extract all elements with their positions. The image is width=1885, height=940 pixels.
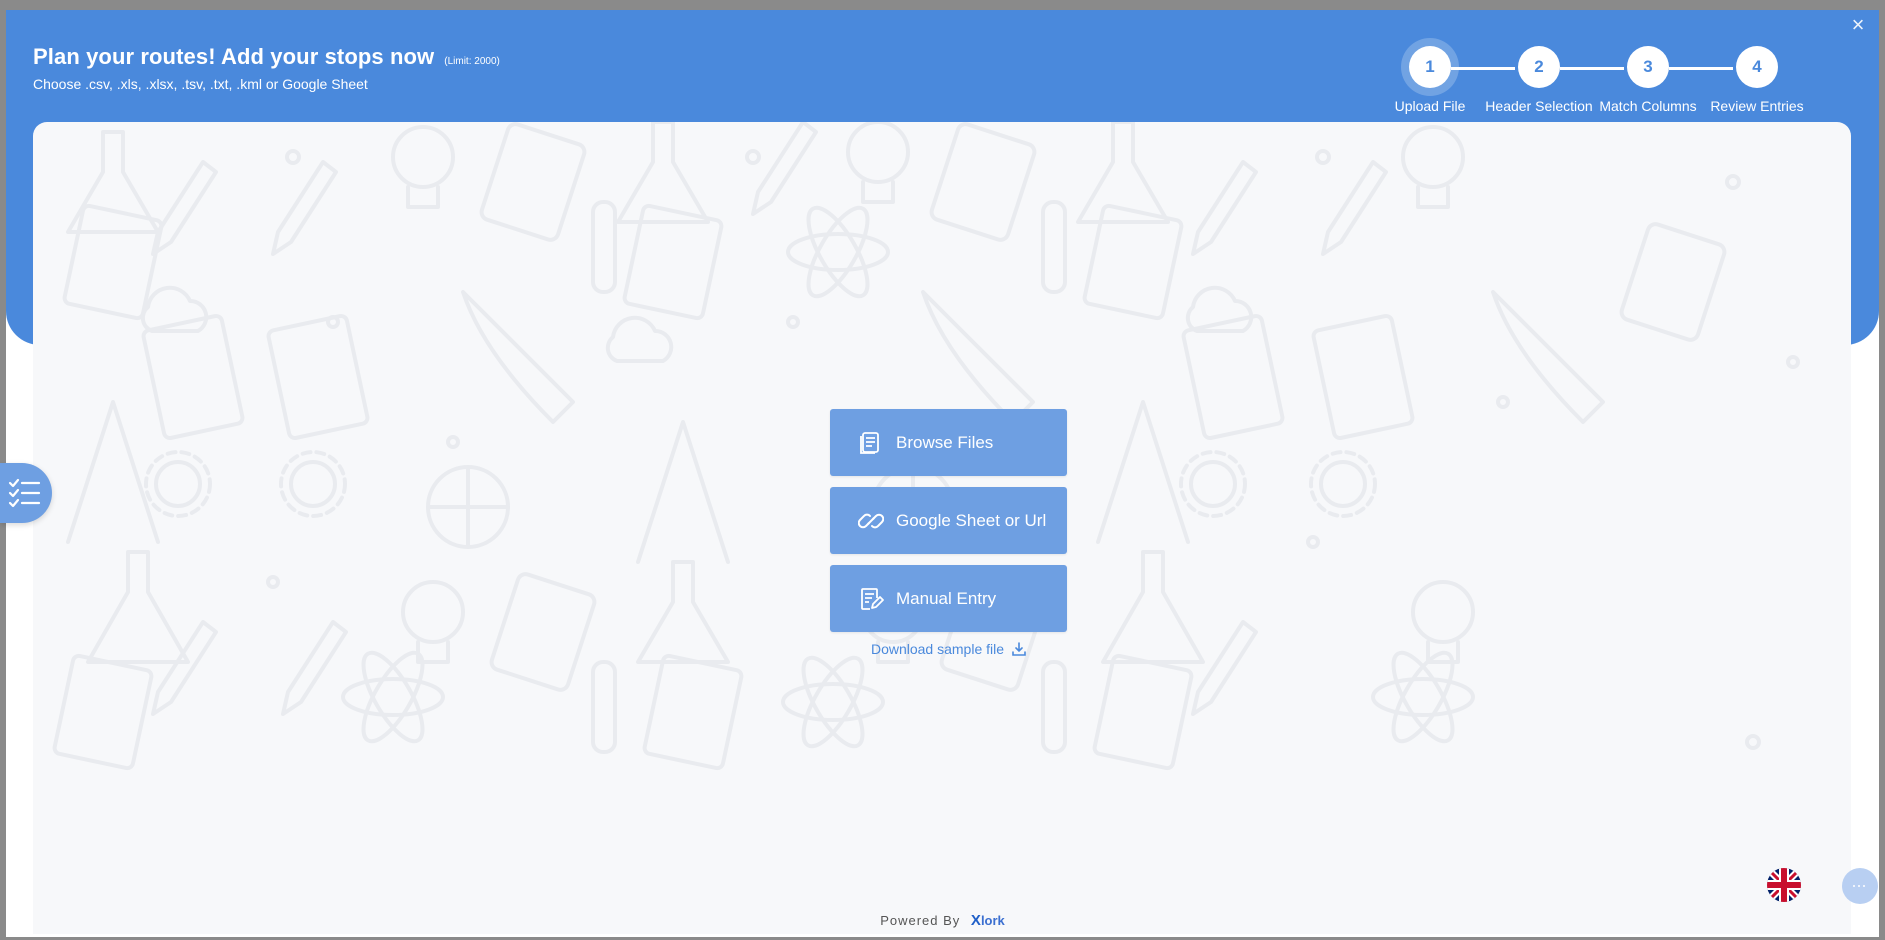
step-number: 3 [1627, 46, 1669, 88]
step-number: 4 [1736, 46, 1778, 88]
google-sheet-url-button[interactable]: Google Sheet or Url [830, 487, 1067, 554]
upload-actions: Browse Files Google Sheet or Url Manual … [830, 409, 1067, 657]
brand-logo-mark: X [970, 912, 981, 929]
step-number: 1 [1409, 46, 1451, 88]
powered-by-label: Powered By [880, 913, 961, 928]
brand-name: lork [980, 913, 1005, 928]
download-sample-link[interactable]: Download sample file [830, 641, 1067, 657]
limit-note: (Limit: 2000) [444, 56, 500, 67]
chat-icon [1853, 885, 1867, 887]
page-title: Plan your routes! Add your stops now [33, 44, 435, 69]
download-icon [1012, 642, 1026, 656]
browse-files-label: Browse Files [896, 432, 994, 452]
import-modal: × Plan your routes! Add your stops now (… [6, 10, 1879, 937]
page-subtitle: Choose .csv, .xls, .xlsx, .tsv, .txt, .k… [33, 76, 368, 92]
step-review-entries: 4 Review Entries [1692, 32, 1822, 114]
edit-document-icon [861, 587, 884, 610]
manual-entry-button[interactable]: Manual Entry [830, 565, 1067, 632]
title-block: Plan your routes! Add your stops now (Li… [33, 44, 500, 92]
step-label: Review Entries [1710, 98, 1804, 114]
download-sample-label: Download sample file [870, 641, 1005, 657]
brand-logo: Xlork [970, 912, 1005, 929]
footer: Powered By Xlork [0, 912, 1885, 929]
google-sheet-url-label: Google Sheet or Url [896, 510, 1047, 530]
progress-stepper: 1 Upload File 2 Header Selection 3 Match… [1365, 32, 1855, 122]
link-icon [858, 513, 884, 528]
upload-area: Browse Files Google Sheet or Url Manual … [33, 122, 1851, 934]
document-icon [860, 431, 879, 454]
checklist-icon [8, 478, 41, 508]
step-number: 2 [1518, 46, 1560, 88]
language-flag-uk-icon[interactable] [1767, 868, 1801, 902]
manual-entry-label: Manual Entry [896, 588, 997, 608]
browse-files-button[interactable]: Browse Files [830, 409, 1067, 476]
sidebar-toggle-button[interactable] [0, 463, 52, 523]
chat-button[interactable] [1842, 868, 1878, 904]
